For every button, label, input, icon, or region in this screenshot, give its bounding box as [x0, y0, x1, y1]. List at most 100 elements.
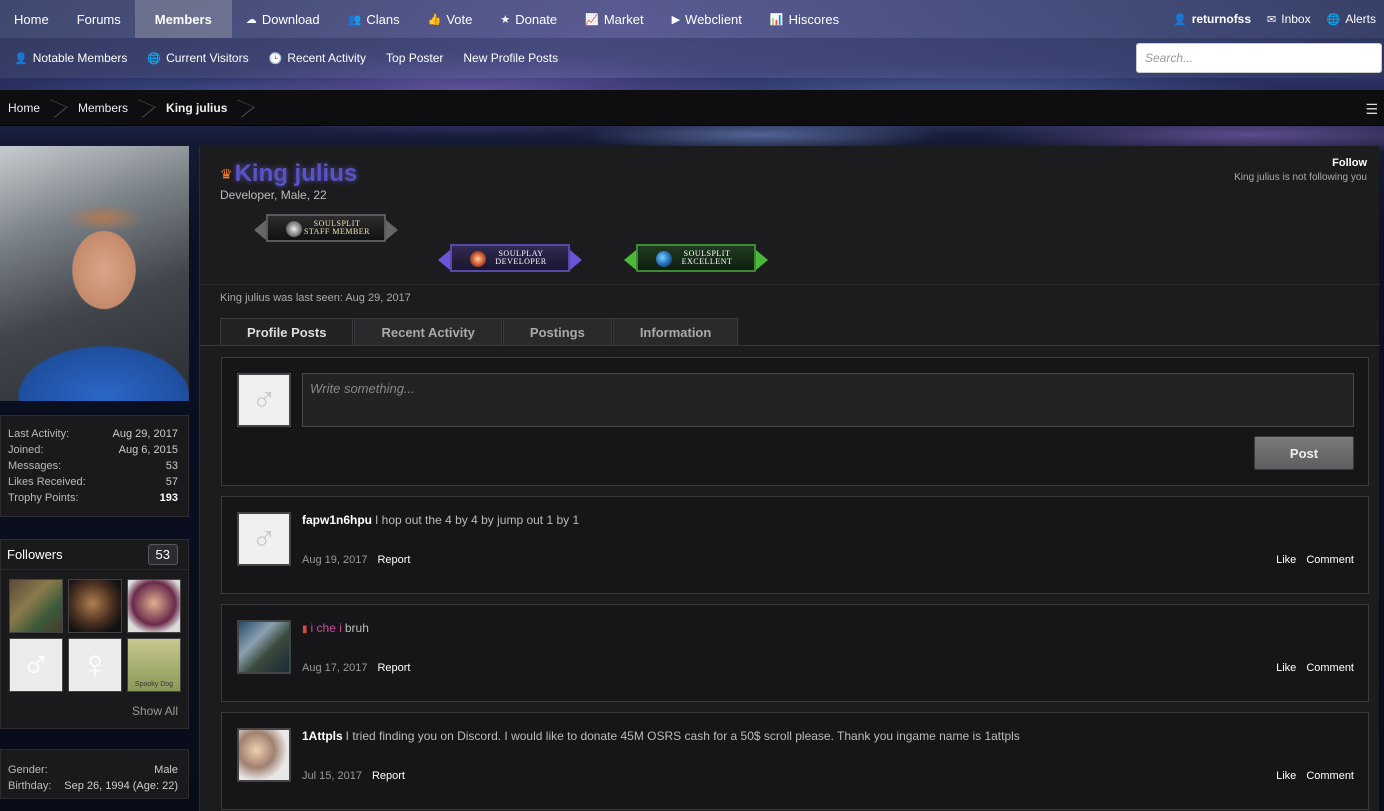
divider [200, 284, 1380, 285]
stat-trophy-points: Trophy Points: 193 [8, 492, 178, 504]
line-chart-icon: 📈 [585, 13, 599, 26]
account-navigation: 👤 returnofss ✉ Inbox 🌐 Alerts [1165, 0, 1384, 38]
post-body: 1Attpls I tried finding you on Discord. I… [302, 729, 1020, 743]
post-author[interactable]: fapw1n6hpu [302, 513, 372, 527]
search-input[interactable] [1136, 43, 1382, 73]
clock-icon: 🕒 [268, 52, 283, 65]
identity-birthday: Birthday: Sep 26, 1994 (Age: 22) [8, 780, 178, 792]
account-menu[interactable]: 👤 returnofss [1165, 0, 1259, 38]
stat-joined: Joined: Aug 6, 2015 [8, 444, 178, 456]
breadcrumb-members[interactable]: Members [62, 90, 150, 126]
tab-postings[interactable]: Postings [502, 318, 612, 346]
subnav-notable-members[interactable]: 👤 Notable Members [0, 51, 137, 65]
report-link[interactable]: Report [377, 662, 410, 674]
nav-forums[interactable]: Forums [63, 0, 135, 38]
comment-link[interactable]: Comment [1306, 770, 1354, 782]
follower-avatar[interactable]: Spooky Dog [127, 638, 181, 692]
follow-button[interactable]: Follow [1332, 157, 1367, 169]
follow-status: King julius is not following you [1234, 172, 1367, 183]
follower-avatar[interactable] [68, 579, 122, 633]
post-author[interactable]: i che i [311, 621, 342, 635]
users-icon: 👥 [347, 13, 362, 26]
post-actions: Like Comment [1276, 554, 1354, 566]
male-symbol-icon: ♂ [251, 519, 277, 558]
tab-information[interactable]: Information [612, 318, 739, 346]
post-text: bruh [344, 621, 369, 635]
profile-name-row: ♛ King julius [220, 160, 357, 188]
subnav-new-profile-posts[interactable]: New Profile Posts [453, 51, 568, 65]
nav-donate[interactable]: ★ Donate [486, 0, 571, 38]
breadcrumb-home[interactable]: Home [0, 90, 62, 126]
user-icon: 👤 [14, 52, 28, 65]
nav-clans[interactable]: 👥 Clans [334, 0, 414, 38]
profile-post: ♂ fapw1n6hpu I hop out the 4 by 4 by jump… [221, 496, 1369, 594]
profile-main: ♛ King julius Developer, Male, 22 Follow… [199, 146, 1380, 811]
followers-title: Followers [7, 547, 63, 562]
post-date[interactable]: Jul 15, 2017 [302, 770, 362, 782]
alerts-link[interactable]: 🌐 Alerts [1319, 0, 1384, 38]
tab-profile-posts[interactable]: Profile Posts [220, 318, 354, 346]
post-button[interactable]: Post [1254, 436, 1354, 470]
followers-grid: ♂ ♀ Spooky Dog [1, 570, 188, 692]
comment-link[interactable]: Comment [1306, 662, 1354, 674]
nav-market[interactable]: 📈 Market [571, 0, 657, 38]
inbox-icon: ✉ [1267, 13, 1277, 26]
followers-header: Followers 53 [1, 540, 188, 570]
badge-developer: SOULPLAY DEVELOPER [438, 244, 582, 272]
post-actions: Like Comment [1276, 770, 1354, 782]
nav-download[interactable]: ☁ Download [232, 0, 334, 38]
subnav-recent-activity[interactable]: 🕒 Recent Activity [259, 51, 376, 65]
like-link[interactable]: Like [1276, 662, 1296, 674]
divider [200, 345, 1380, 346]
inbox-link[interactable]: ✉ Inbox [1259, 0, 1319, 38]
post-meta: Jul 15, 2017 Report [302, 770, 405, 782]
nav-members[interactable]: Members [134, 0, 232, 38]
follower-avatar[interactable]: ♀ [68, 638, 122, 692]
emblem-icon [470, 251, 486, 267]
avatar[interactable] [237, 728, 291, 782]
post-meta: Aug 19, 2017 Report [302, 554, 410, 566]
avatar[interactable]: ♂ [237, 373, 291, 427]
nav-hiscores[interactable]: 📊 Hiscores [756, 0, 853, 38]
follower-avatar[interactable]: ♂ [9, 638, 63, 692]
post-date[interactable]: Aug 17, 2017 [302, 662, 367, 674]
profile-post-input[interactable] [302, 373, 1354, 427]
play-icon: ▶ [671, 13, 681, 26]
report-link[interactable]: Report [377, 554, 410, 566]
bar-chart-icon: 📊 [769, 13, 784, 26]
like-link[interactable]: Like [1276, 770, 1296, 782]
post-author[interactable]: 1Attpls [302, 729, 343, 743]
followers-count[interactable]: 53 [147, 544, 178, 565]
nav-webclient[interactable]: ▶ Webclient [658, 0, 756, 38]
avatar[interactable]: ♂ [237, 512, 291, 566]
report-link[interactable]: Report [372, 770, 405, 782]
nav-home[interactable]: Home [0, 0, 63, 38]
profile-name: King julius [234, 160, 358, 187]
tab-recent-activity[interactable]: Recent Activity [354, 318, 502, 346]
post-date[interactable]: Aug 19, 2017 [302, 554, 367, 566]
identity-gender: Gender: Male [8, 764, 178, 776]
user-icon: 👤 [1172, 13, 1187, 26]
like-link[interactable]: Like [1276, 554, 1296, 566]
emblem-icon [286, 221, 302, 237]
top-navigation: Home Forums Members ☁ Download 👥 Clans 👍 Vo… [0, 0, 1384, 38]
stat-likes-received: Likes Received: 57 [8, 476, 178, 488]
subnav-current-visitors[interactable]: 🌐 Current Visitors [137, 51, 258, 65]
thumbs-up-icon: 👍 [427, 13, 442, 26]
staff-crown-icon: ♛ [220, 165, 233, 182]
star-icon: ★ [500, 13, 511, 26]
subnav-top-poster[interactable]: Top Poster [376, 51, 453, 65]
male-symbol-icon: ♂ [251, 380, 277, 419]
follower-avatar[interactable] [127, 579, 181, 633]
comment-link[interactable]: Comment [1306, 554, 1354, 566]
profile-avatar[interactable] [0, 146, 189, 401]
followers-show-all[interactable]: Show All [1, 692, 188, 718]
male-symbol-icon: ♂ [21, 643, 51, 687]
avatar[interactable] [237, 620, 291, 674]
post-actions: Like Comment [1276, 662, 1354, 674]
globe-emblem-icon [656, 251, 672, 267]
breadcrumb-current[interactable]: King julius [150, 90, 249, 126]
follower-avatar[interactable] [9, 579, 63, 633]
nav-vote[interactable]: 👍 Vote [414, 0, 487, 38]
list-icon[interactable]: ☰ [1365, 101, 1378, 118]
